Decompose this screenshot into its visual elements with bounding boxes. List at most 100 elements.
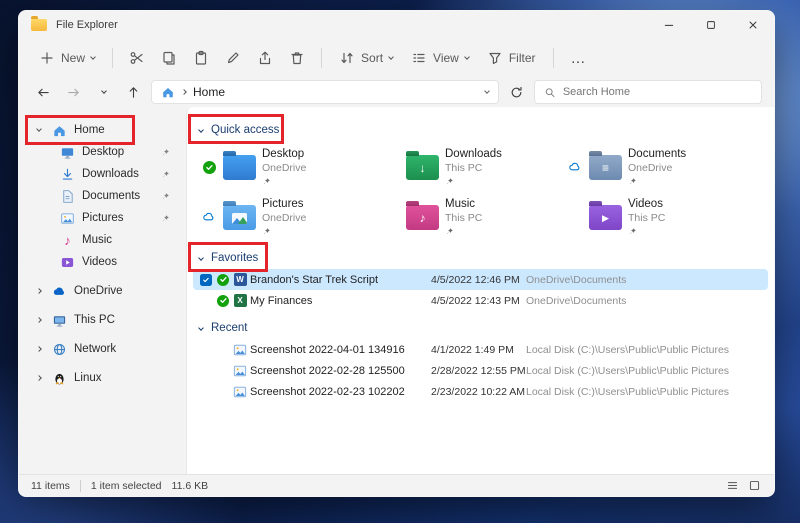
chevron-down-icon <box>36 126 42 132</box>
paste-icon <box>193 50 209 66</box>
checkbox-checked-icon[interactable] <box>200 274 212 286</box>
address-bar[interactable]: Home <box>151 80 499 104</box>
tile-name: Videos <box>628 197 665 212</box>
chevron-down-icon[interactable] <box>484 88 490 94</box>
status-divider <box>80 480 81 492</box>
copy-button[interactable] <box>154 44 184 72</box>
toolbar: New Sort View Filter … <box>19 39 774 77</box>
paste-button[interactable] <box>186 44 216 72</box>
tile-pictures[interactable]: Pictures OneDrive <box>201 195 382 239</box>
search-input[interactable] <box>563 86 752 98</box>
filter-button[interactable]: Filter <box>479 44 544 72</box>
file-row-favorite-2[interactable]: My Finances 4/5/2022 12:43 PM OneDrive\D… <box>193 290 768 311</box>
selection-size: 11.6 KB <box>172 480 209 492</box>
tile-location: This PC <box>445 162 502 176</box>
sidebar-item-linux[interactable]: Linux <box>23 367 182 389</box>
synced-icon <box>203 161 216 174</box>
chevron-down-icon <box>198 255 204 261</box>
pin-icon <box>161 192 170 201</box>
computer-icon <box>51 313 68 328</box>
cut-icon <box>129 50 145 66</box>
close-icon <box>747 19 759 31</box>
minimize-button[interactable] <box>648 11 690 39</box>
file-location: OneDrive\Documents <box>526 295 626 307</box>
pin-icon <box>262 177 306 187</box>
video-icon <box>59 255 76 270</box>
section-header-favorites[interactable]: Favorites <box>187 247 774 269</box>
file-row-recent-3[interactable]: Screenshot 2022-02-23 102202 2/23/2022 1… <box>193 381 768 402</box>
tile-location: This PC <box>445 212 482 226</box>
tile-music[interactable]: ♪ Music This PC <box>384 195 565 239</box>
sidebar-item-onedrive[interactable]: OneDrive <box>23 280 182 302</box>
back-button[interactable] <box>31 80 56 104</box>
sidebar-item-label: Home <box>74 124 105 136</box>
file-name: Screenshot 2022-04-01 134916 <box>250 344 428 356</box>
view-button[interactable]: View <box>403 44 477 72</box>
sidebar-item-pictures[interactable]: Pictures <box>23 207 182 229</box>
more-icon: … <box>571 50 587 67</box>
sidebar-item-label: Network <box>74 343 116 355</box>
window-controls <box>648 11 774 39</box>
large-icons-view-button[interactable] <box>746 478 762 494</box>
file-explorer-window: File Explorer New Sort View <box>18 10 775 497</box>
home-icon <box>161 85 175 99</box>
quick-access-grid: Desktop OneDrive ↓ Downloads This PC <box>187 141 774 241</box>
sort-button[interactable]: Sort <box>331 44 401 72</box>
sidebar-item-documents[interactable]: Documents <box>23 185 182 207</box>
recent-locations-button[interactable] <box>91 80 116 104</box>
file-row-favorite-1[interactable]: Brandon's Star Trek Script 4/5/2022 12:4… <box>193 269 768 290</box>
arrow-left-icon <box>36 85 51 100</box>
breadcrumb-home[interactable]: Home <box>193 85 225 99</box>
sidebar-item-this-pc[interactable]: This PC <box>23 309 182 331</box>
file-row-recent-2[interactable]: Screenshot 2022-02-28 125500 2/28/2022 1… <box>193 360 768 381</box>
rename-button[interactable] <box>218 44 248 72</box>
search-icon <box>544 86 556 99</box>
forward-button[interactable] <box>61 80 86 104</box>
cut-button[interactable] <box>122 44 152 72</box>
chevron-down-icon <box>198 325 204 331</box>
sidebar-item-label: OneDrive <box>74 285 123 297</box>
sidebar-item-network[interactable]: Network <box>23 338 182 360</box>
desktop-icon <box>59 145 76 160</box>
sidebar-item-label: Downloads <box>82 168 139 180</box>
sidebar-item-downloads[interactable]: Downloads <box>23 163 182 185</box>
refresh-icon <box>509 85 524 100</box>
view-toggles <box>724 478 762 494</box>
chevron-right-icon <box>36 375 42 381</box>
maximize-button[interactable] <box>690 11 732 39</box>
tile-documents[interactable]: ≡ Documents OneDrive <box>567 145 748 189</box>
sidebar-item-music[interactable]: ♪ Music <box>23 229 182 251</box>
search-box[interactable] <box>534 80 762 104</box>
file-row-recent-1[interactable]: Screenshot 2022-04-01 134916 4/1/2022 1:… <box>193 339 768 360</box>
delete-button[interactable] <box>282 44 312 72</box>
sidebar-item-label: Documents <box>82 190 140 202</box>
synced-icon <box>217 295 229 307</box>
tile-videos[interactable]: ▶ Videos This PC <box>567 195 748 239</box>
cloud-status-icon <box>202 210 216 224</box>
file-explorer-icon <box>31 19 47 31</box>
section-label: Favorites <box>211 252 258 264</box>
section-header-recent[interactable]: Recent <box>187 317 774 339</box>
details-view-button[interactable] <box>724 478 740 494</box>
synced-icon <box>217 274 229 286</box>
section-header-quick-access[interactable]: Quick access <box>187 119 774 141</box>
up-button[interactable] <box>121 80 146 104</box>
sidebar-item-desktop[interactable]: Desktop <box>23 141 182 163</box>
refresh-button[interactable] <box>504 80 529 104</box>
sidebar-item-home[interactable]: Home <box>23 119 182 141</box>
tile-downloads[interactable]: ↓ Downloads This PC <box>384 145 565 189</box>
title-bar[interactable]: File Explorer <box>19 11 774 39</box>
new-button[interactable]: New <box>31 44 103 72</box>
sidebar-item-videos[interactable]: Videos <box>23 251 182 273</box>
folder-icon: ≡ <box>589 155 622 180</box>
more-options-button[interactable]: … <box>563 44 595 73</box>
close-button[interactable] <box>732 11 774 39</box>
pin-icon <box>161 214 170 223</box>
tile-desktop[interactable]: Desktop OneDrive <box>201 145 382 189</box>
cloud-status-icon <box>568 160 582 174</box>
share-button[interactable] <box>250 44 280 72</box>
file-location: OneDrive\Documents <box>526 274 626 286</box>
sort-icon <box>339 50 355 66</box>
tile-name: Music <box>445 197 482 212</box>
file-date: 4/1/2022 1:49 PM <box>431 344 523 356</box>
